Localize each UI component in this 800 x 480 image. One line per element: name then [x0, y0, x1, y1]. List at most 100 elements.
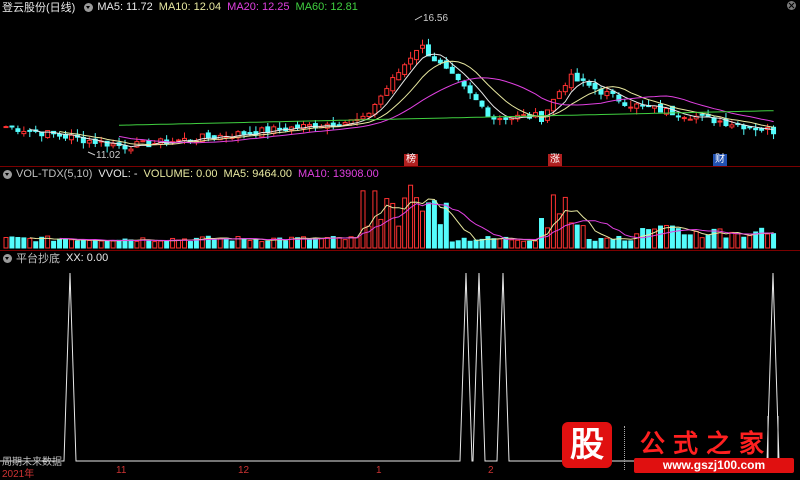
- volume-bar: [21, 237, 27, 249]
- volume-bar: [723, 237, 729, 249]
- candle-body: [717, 120, 723, 123]
- volume-bar: [128, 239, 134, 249]
- volume-bar: [402, 197, 408, 249]
- volume-bar: [414, 197, 420, 249]
- volume-bar: [92, 240, 98, 249]
- candle-body: [372, 103, 378, 115]
- candle-body: [747, 126, 753, 129]
- event-badge-zhang[interactable]: 涨: [548, 154, 562, 166]
- candle-body: [140, 140, 146, 143]
- high-price-label: 16.56: [423, 13, 448, 24]
- volume-bar: [616, 235, 622, 249]
- candle-body: [402, 64, 408, 75]
- volume-bar: [336, 237, 342, 249]
- volume-bar: [152, 241, 158, 249]
- volume-bar: [9, 236, 15, 249]
- volume-bar: [217, 238, 223, 249]
- volume-bar: [539, 218, 544, 249]
- volume-bar: [396, 225, 402, 249]
- volume-bar: [705, 235, 711, 249]
- volume-bar: [741, 236, 747, 249]
- volume-bar: [259, 241, 265, 249]
- volume-bar: [646, 229, 652, 249]
- volume-bar: [51, 240, 57, 249]
- date-label: 1: [376, 465, 382, 476]
- event-badge-cai[interactable]: 财: [713, 154, 727, 166]
- volume-bar: [533, 240, 539, 249]
- candle-body: [265, 126, 271, 133]
- volume-bar: [604, 237, 610, 249]
- volume-bar: [318, 238, 324, 249]
- volume-bar: [253, 238, 259, 249]
- candle-body: [562, 85, 568, 93]
- candle-body: [390, 77, 396, 92]
- event-badge-bang[interactable]: 榜: [404, 154, 418, 166]
- volume-bar: [509, 239, 515, 249]
- volume-bar: [420, 210, 425, 249]
- volume-bar: [312, 237, 318, 249]
- volume-bar: [622, 240, 628, 249]
- xx-label: XX: 0.00: [66, 252, 109, 264]
- volume-bar: [110, 240, 116, 249]
- candle-body: [306, 124, 312, 127]
- volume-bar: [765, 233, 771, 249]
- volume-bar: [485, 236, 491, 249]
- volume-bar: [366, 225, 372, 249]
- ma-line: [59, 60, 774, 146]
- logo-title: 公式之家: [640, 430, 773, 458]
- volume-bar: [574, 224, 580, 249]
- volume-bar: [324, 236, 330, 249]
- volume-bar: [699, 237, 705, 249]
- indicator-toggle-icon[interactable]: [3, 253, 12, 263]
- candle-body: [556, 91, 562, 99]
- candle-body: [68, 134, 74, 141]
- volume-bar: [265, 240, 271, 249]
- volume-bar: [3, 236, 9, 249]
- candle-body: [396, 72, 402, 81]
- volume-bar: [342, 239, 348, 249]
- candle-body: [312, 123, 318, 129]
- candle-body: [586, 81, 592, 86]
- volume-bar: [610, 238, 616, 249]
- signal-title: 平台抄底: [16, 253, 60, 265]
- volume-bar: [408, 184, 414, 249]
- kline-header: 登云股份(日线) MA5: 11.72 MA10: 12.04 MA20: 12…: [0, 0, 364, 14]
- candle-body: [455, 73, 461, 81]
- candle-body: [205, 132, 211, 139]
- candle-body: [628, 106, 634, 109]
- candle-body: [247, 132, 253, 135]
- volume-bar: [187, 241, 193, 249]
- volume-bar: [63, 238, 68, 249]
- logo-divider: [624, 426, 626, 470]
- signal-header: 平台抄底 XX: 0.00: [0, 251, 114, 265]
- candle-body: [408, 57, 414, 65]
- volume-bar: [449, 241, 455, 249]
- kline-chart[interactable]: 16.56 11.02: [0, 0, 800, 166]
- vol-ma10-label: MA10: 13908.00: [298, 168, 379, 180]
- candle-body: [741, 124, 747, 130]
- candle-body: [753, 127, 759, 131]
- volume-bar: [229, 240, 235, 249]
- indicator-toggle-icon[interactable]: [3, 169, 12, 179]
- volume-pane[interactable]: VOL-TDX(5,10) VVOL: - VOLUME: 0.00 MA5: …: [0, 167, 800, 250]
- ma60-label: MA60: 12.81: [295, 1, 358, 13]
- volume-bar: [306, 239, 312, 249]
- candle-body: [360, 115, 366, 120]
- volume-header: VOL-TDX(5,10) VVOL: - VOLUME: 0.00 MA5: …: [0, 167, 385, 181]
- volume-bar: [176, 239, 182, 249]
- candle-body: [759, 128, 765, 131]
- kline-pane[interactable]: 登云股份(日线) MA5: 11.72 MA10: 12.04 MA20: 12…: [0, 0, 800, 166]
- volume-bar: [711, 228, 717, 249]
- indicator-toggle-icon[interactable]: [84, 2, 94, 12]
- candle-body: [729, 124, 735, 128]
- volume-bar: [598, 238, 604, 249]
- ma-line: [118, 110, 774, 126]
- volume-bar: [146, 240, 152, 249]
- candle-body: [128, 148, 134, 152]
- volume-bar: [663, 224, 669, 249]
- volume-bar: [241, 238, 247, 249]
- volume-bar: [15, 237, 21, 249]
- candle-body: [15, 128, 21, 132]
- volume-bar: [735, 233, 741, 249]
- low-marker-line: [87, 151, 96, 156]
